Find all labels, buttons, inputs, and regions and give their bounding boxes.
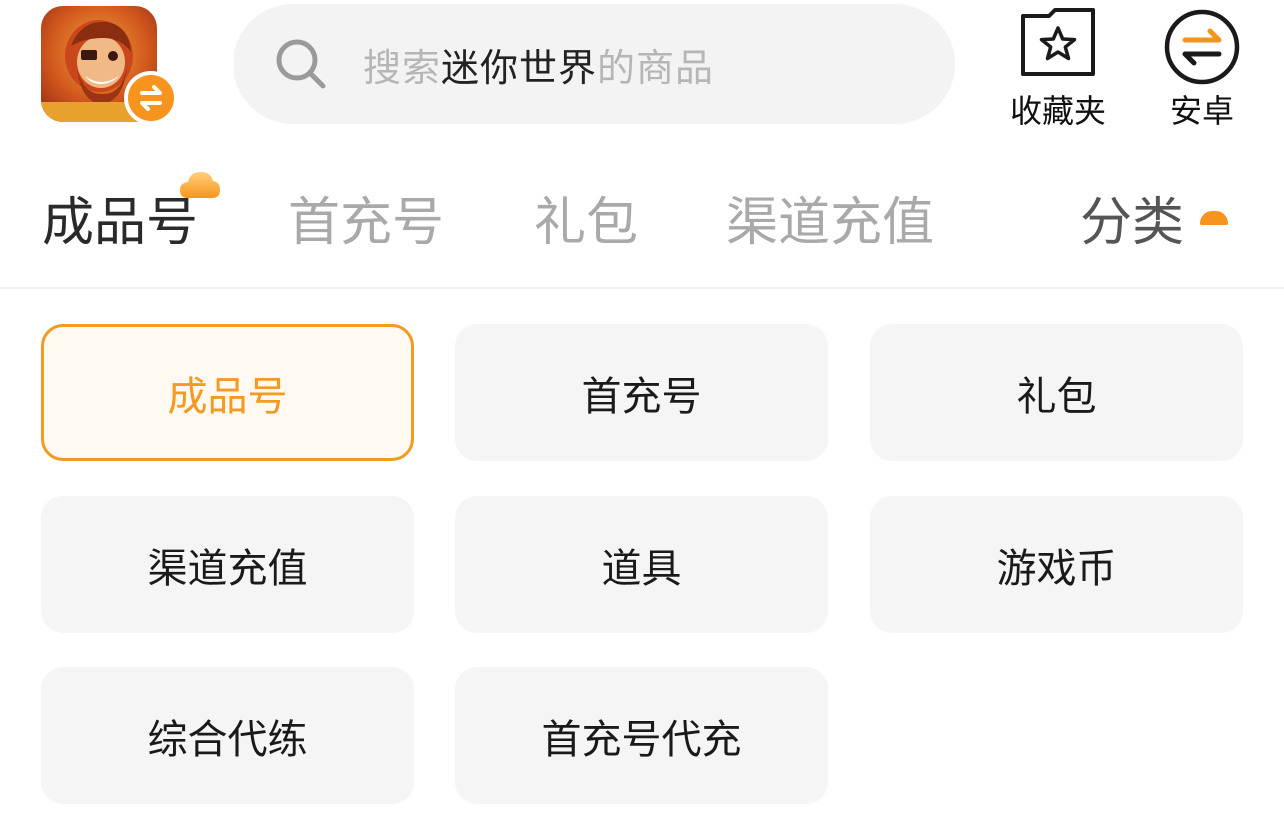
tabs-fade-overlay xyxy=(1000,160,1070,270)
caret-up-icon xyxy=(1200,210,1229,225)
platform-label: 安卓 xyxy=(1169,92,1234,130)
search-prefix: 搜索 xyxy=(363,45,442,90)
tab-account[interactable]: 成品号 xyxy=(42,180,198,255)
category-channel-recharge[interactable]: 渠道充值 xyxy=(41,496,414,633)
hot-cloud-icon xyxy=(180,172,220,198)
tab-channel-recharge[interactable]: 渠道充值 xyxy=(726,180,934,255)
search-icon xyxy=(276,39,326,89)
category-tabs: 成品号 首充号 礼包 渠道充值 分类 xyxy=(0,160,1284,270)
search-placeholder: 搜索迷你世界的商品 xyxy=(363,37,714,92)
switch-platform-icon[interactable] xyxy=(124,71,178,125)
category-toggle[interactable]: 分类 xyxy=(1080,180,1229,255)
category-first-charge[interactable]: 首充号 xyxy=(455,324,828,461)
favorites-folder-icon xyxy=(1019,8,1097,78)
platform-switch-button[interactable]: 安卓 xyxy=(1150,8,1254,130)
tab-first-charge[interactable]: 首充号 xyxy=(288,180,444,255)
search-bar[interactable]: 搜索迷你世界的商品 xyxy=(233,4,955,124)
category-gift-pack[interactable]: 礼包 xyxy=(870,324,1243,461)
category-items[interactable]: 道具 xyxy=(455,496,828,633)
category-first-charge-topup[interactable]: 首充号代充 xyxy=(455,667,828,804)
platform-switch-icon xyxy=(1163,8,1241,86)
divider xyxy=(0,287,1284,289)
category-account[interactable]: 成品号 xyxy=(41,324,414,461)
category-leveling-service[interactable]: 综合代练 xyxy=(41,667,414,804)
search-game-name: 迷你世界 xyxy=(441,45,598,90)
favorites-button[interactable]: 收藏夹 xyxy=(1000,8,1116,130)
search-suffix: 的商品 xyxy=(597,45,715,90)
tab-gift-pack[interactable]: 礼包 xyxy=(534,180,638,255)
category-game-coins[interactable]: 游戏币 xyxy=(870,496,1243,633)
category-toggle-label: 分类 xyxy=(1080,193,1185,253)
favorites-label: 收藏夹 xyxy=(1009,92,1106,130)
